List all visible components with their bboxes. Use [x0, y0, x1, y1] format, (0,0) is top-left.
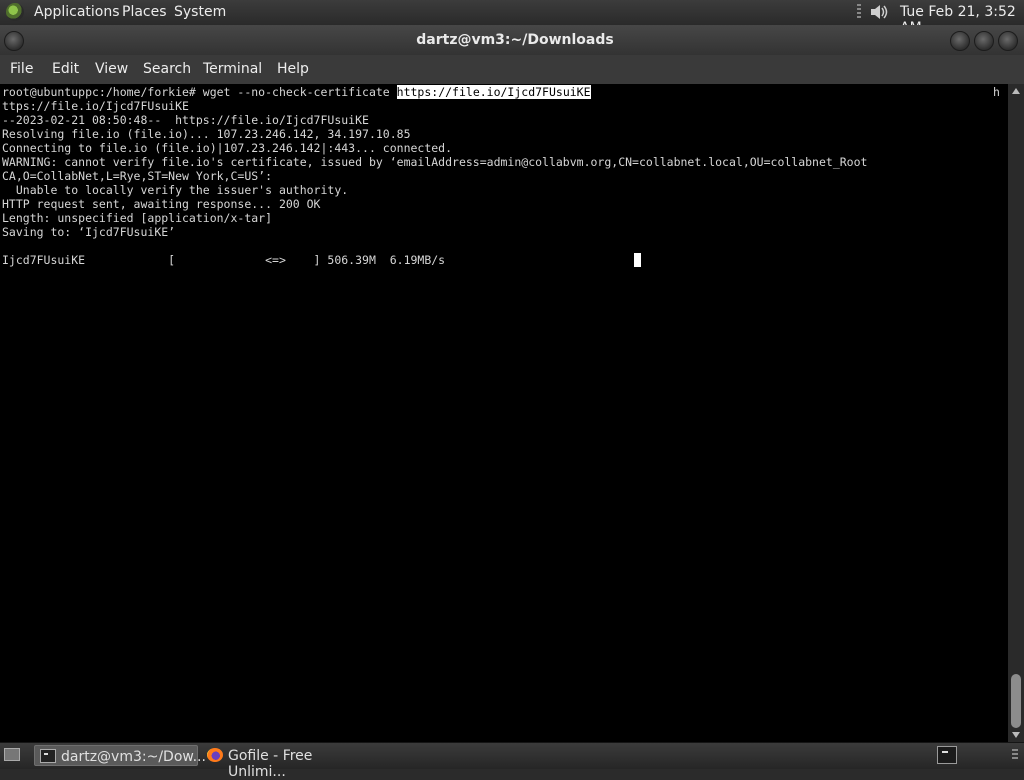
- panel-grip-icon: [1012, 749, 1018, 761]
- terminal-line: --2023-02-21 08:50:48-- https://file.io/…: [2, 113, 369, 127]
- tray-terminal-icon[interactable]: [937, 746, 957, 764]
- firefox-icon: [207, 748, 223, 762]
- taskbar-item-label: dartz@vm3:~/Dow...: [61, 749, 206, 765]
- terminal-line: Length: unspecified [application/x-tar]: [2, 211, 273, 225]
- applications-menu[interactable]: Applications: [34, 4, 120, 20]
- menu-view[interactable]: View: [95, 61, 128, 77]
- scrollbar-thumb[interactable]: [1011, 674, 1021, 728]
- terminal-line: ttps://file.io/Ijcd7FUsuiKE: [2, 99, 189, 113]
- taskbar-item-terminal[interactable]: dartz@vm3:~/Dow...: [34, 745, 206, 766]
- window-title: dartz@vm3:~/Downloads: [416, 32, 614, 48]
- terminal-output[interactable]: root@ubuntuppc:/home/forkie# wget --no-c…: [0, 84, 1008, 742]
- maximize-button[interactable]: [974, 31, 994, 51]
- terminal-line: HTTP request sent, awaiting response... …: [2, 197, 321, 211]
- volume-icon[interactable]: [868, 3, 890, 21]
- menu-search[interactable]: Search: [143, 61, 191, 77]
- menu-file[interactable]: File: [10, 61, 33, 77]
- panel-grip-icon: [857, 4, 861, 20]
- menu-help[interactable]: Help: [277, 61, 309, 77]
- show-desktop-icon[interactable]: [4, 748, 20, 761]
- terminal-line: Unable to locally verify the issuer's au…: [2, 183, 349, 197]
- download-progress-line: Ijcd7FUsuiKE [ <=> ] 506.39M 6.19MB/s: [2, 253, 446, 267]
- minimize-button[interactable]: [950, 31, 970, 51]
- terminal-line: Resolving file.io (file.io)... 107.23.24…: [2, 127, 411, 141]
- terminal-menubar: File Edit View Search Terminal Help: [0, 55, 1024, 84]
- terminal-icon: [40, 749, 56, 763]
- terminal-line: CA,O=CollabNet,L=Rye,ST=New York,C=US’:: [2, 169, 273, 183]
- terminal-line: Saving to: ‘Ijcd7FUsuiKE’: [2, 225, 176, 239]
- wrapped-char: h: [993, 85, 1000, 99]
- selected-url[interactable]: https://file.io/Ijcd7FUsuiKE: [396, 85, 591, 99]
- scroll-up-icon[interactable]: [1012, 88, 1020, 94]
- terminal-line: WARNING: cannot verify file.io's certifi…: [2, 155, 868, 169]
- taskbar-item-label: Gofile - Free Unlimi...: [228, 748, 313, 780]
- menu-edit[interactable]: Edit: [52, 61, 79, 77]
- scroll-down-icon[interactable]: [1012, 732, 1020, 738]
- close-button[interactable]: [998, 31, 1018, 51]
- taskbar-item-firefox[interactable]: Gofile - Free Unlimi...: [202, 745, 372, 780]
- bottom-panel: dartz@vm3:~/Dow... Gofile - Free Unlimi.…: [0, 742, 1024, 780]
- command-prompt: root@ubuntuppc:/home/forkie# wget --no-c…: [2, 85, 397, 99]
- terminal-command-line: root@ubuntuppc:/home/forkie# wget --no-c…: [2, 85, 591, 99]
- window-titlebar[interactable]: dartz@vm3:~/Downloads: [0, 25, 1024, 55]
- system-menu[interactable]: System: [174, 4, 226, 20]
- menu-terminal[interactable]: Terminal: [203, 61, 262, 77]
- terminal-cursor: [634, 253, 641, 267]
- terminal-scrollbar[interactable]: [1008, 84, 1024, 742]
- places-menu[interactable]: Places: [122, 4, 167, 20]
- top-panel: Applications Places System Tue Feb 21, 3…: [0, 0, 1024, 36]
- distro-logo-icon[interactable]: [6, 3, 24, 21]
- terminal-line: Connecting to file.io (file.io)|107.23.2…: [2, 141, 453, 155]
